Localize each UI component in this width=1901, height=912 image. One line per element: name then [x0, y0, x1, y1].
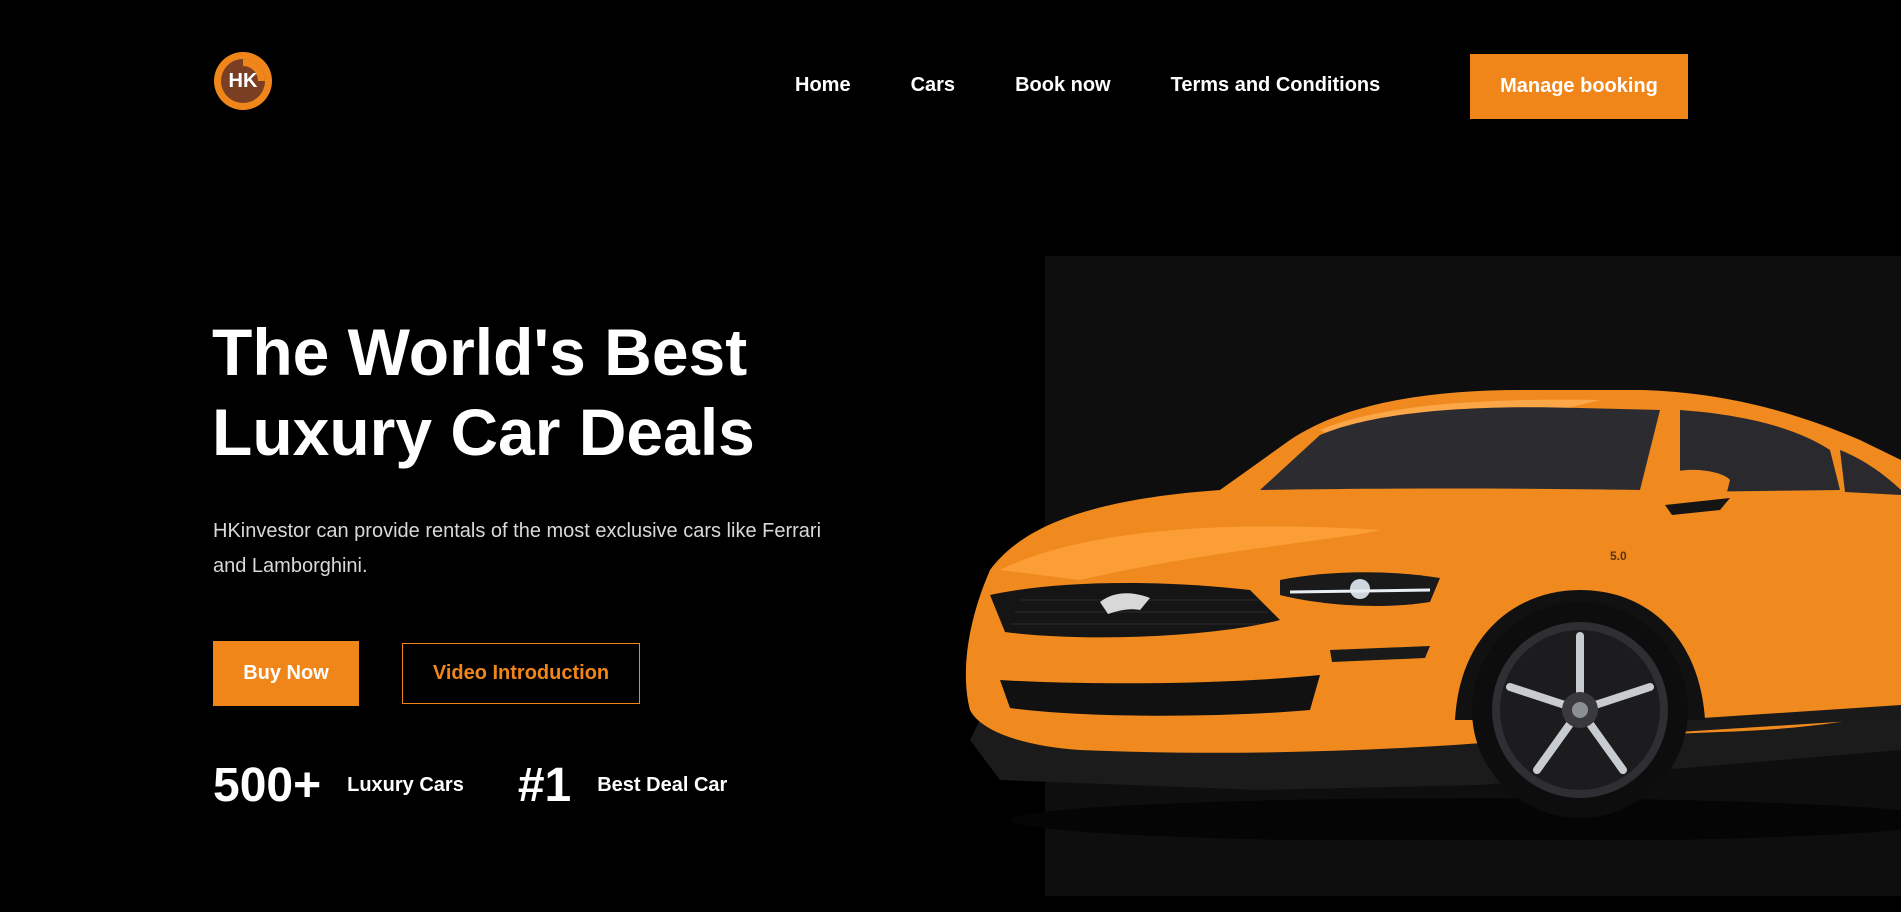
nav-terms-and-conditions[interactable]: Terms and Conditions [1171, 74, 1381, 97]
stat-label-luxury-cars: Luxury Cars [347, 774, 464, 796]
nav-cars[interactable]: Cars [911, 74, 955, 97]
stat-label-best-deal: Best Deal Car [597, 774, 728, 796]
hero-description: HKinvestor can provide rentals of the mo… [213, 520, 822, 577]
buy-now-button[interactable]: Buy Now [213, 641, 359, 706]
hero-stats: 500+ Luxury Cars #1 Best Deal Car [213, 758, 727, 813]
logo-text: HK [228, 70, 258, 92]
nav-home[interactable]: Home [795, 74, 851, 97]
page: HK Home Cars Book now Terms and Conditio… [0, 0, 1901, 912]
nav-book-now[interactable]: Book now [1015, 74, 1111, 97]
orange-mustang-car-image: 5.0 [965, 390, 1901, 840]
stat-value-best-deal: #1 [517, 759, 572, 812]
hk-logo-icon[interactable]: HK [212, 50, 274, 112]
main-nav: Home Cars Book now Terms and Conditions [795, 74, 1380, 97]
manage-booking-button[interactable]: Manage booking [1470, 54, 1688, 119]
video-introduction-button[interactable]: Video Introduction [402, 643, 640, 704]
hero-title-line-1: The World's Best [212, 315, 748, 389]
hero-title: The World's Best Luxury Car Deals [212, 312, 912, 472]
hero-title-line-2: Luxury Car Deals [212, 395, 755, 469]
stat-value-luxury-cars: 500+ [213, 759, 322, 812]
car-badge-text: 5.0 [1610, 549, 1627, 563]
